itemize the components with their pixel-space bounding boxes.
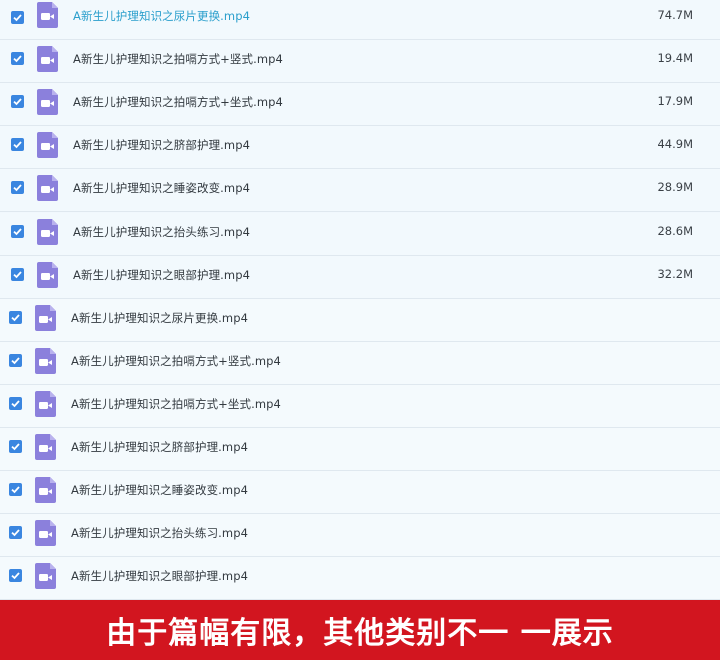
file-size: 17.9M: [657, 94, 693, 108]
notice-banner: 由于篇幅有限，其他类别不一 一展示: [0, 600, 720, 660]
file-name[interactable]: A新生儿护理知识之拍嗝方式+坐式.mp4: [71, 396, 281, 412]
video-file-icon: [37, 262, 58, 288]
file-row[interactable]: A新生儿护理知识之抬头练习.mp4: [0, 514, 720, 557]
video-file-icon: [35, 520, 56, 546]
file-checkbox[interactable]: [11, 138, 24, 151]
checkmark-icon: [13, 98, 22, 106]
file-checkbox[interactable]: [11, 11, 24, 24]
checkmark-icon: [13, 184, 22, 192]
file-name[interactable]: A新生儿护理知识之睡姿改变.mp4: [73, 180, 250, 196]
file-row[interactable]: A新生儿护理知识之眼部护理.mp4 32.2M: [0, 256, 720, 299]
file-checkbox[interactable]: [11, 95, 24, 108]
video-file-icon: [37, 46, 58, 72]
video-file-icon: [35, 391, 56, 417]
file-name[interactable]: A新生儿护理知识之抬头练习.mp4: [73, 224, 250, 240]
file-size: 44.9M: [657, 137, 693, 151]
video-file-icon: [37, 219, 58, 245]
video-file-icon: [37, 132, 58, 158]
file-row[interactable]: A新生儿护理知识之拍嗝方式+竖式.mp4 19.4M: [0, 40, 720, 83]
file-size: 32.2M: [657, 267, 693, 281]
file-row[interactable]: A新生儿护理知识之眼部护理.mp4: [0, 557, 720, 600]
file-row[interactable]: A新生儿护理知识之睡姿改变.mp4 28.9M: [0, 169, 720, 212]
file-name[interactable]: A新生儿护理知识之拍嗝方式+竖式.mp4: [71, 353, 281, 369]
file-checkbox[interactable]: [9, 483, 22, 496]
file-size: 28.9M: [657, 180, 693, 194]
file-name[interactable]: A新生儿护理知识之脐部护理.mp4: [71, 439, 248, 455]
video-file-icon: [37, 175, 58, 201]
video-file-icon: [35, 434, 56, 460]
video-file-icon: [35, 305, 56, 331]
file-row[interactable]: A新生儿护理知识之尿片更换.mp4: [0, 299, 720, 342]
file-name[interactable]: A新生儿护理知识之眼部护理.mp4: [71, 568, 248, 584]
checkmark-icon: [11, 572, 20, 580]
file-row[interactable]: A新生儿护理知识之拍嗝方式+坐式.mp4: [0, 385, 720, 428]
file-checkbox[interactable]: [11, 181, 24, 194]
checkmark-icon: [13, 141, 22, 149]
file-checkbox[interactable]: [9, 440, 22, 453]
file-row[interactable]: A新生儿护理知识之抬头练习.mp4 28.6M: [0, 213, 720, 256]
video-file-icon: [35, 477, 56, 503]
checkmark-icon: [13, 14, 22, 22]
file-row[interactable]: A新生儿护理知识之睡姿改变.mp4: [0, 471, 720, 514]
checkmark-icon: [11, 443, 20, 451]
file-checkbox[interactable]: [11, 225, 24, 238]
file-checkbox[interactable]: [9, 526, 22, 539]
file-name[interactable]: A新生儿护理知识之拍嗝方式+竖式.mp4: [73, 51, 283, 67]
file-name[interactable]: A新生儿护理知识之拍嗝方式+坐式.mp4: [73, 94, 283, 110]
video-file-icon: [35, 348, 56, 374]
file-row[interactable]: A新生儿护理知识之拍嗝方式+坐式.mp4 17.9M: [0, 83, 720, 126]
checkmark-icon: [11, 357, 20, 365]
checkmark-icon: [11, 486, 20, 494]
file-size: 74.7M: [657, 8, 693, 22]
file-name[interactable]: A新生儿护理知识之眼部护理.mp4: [73, 267, 250, 283]
file-row[interactable]: A新生儿护理知识之拍嗝方式+竖式.mp4: [0, 342, 720, 385]
file-name[interactable]: A新生儿护理知识之尿片更换.mp4: [71, 310, 248, 326]
file-row[interactable]: A新生儿护理知识之脐部护理.mp4: [0, 428, 720, 471]
checkmark-icon: [11, 400, 20, 408]
checkmark-icon: [13, 228, 22, 236]
file-checkbox[interactable]: [9, 311, 22, 324]
checkmark-icon: [13, 55, 22, 63]
file-size: 19.4M: [657, 51, 693, 65]
video-file-icon: [37, 89, 58, 115]
file-checkbox[interactable]: [9, 397, 22, 410]
file-name[interactable]: A新生儿护理知识之尿片更换.mp4: [73, 8, 250, 24]
file-checkbox[interactable]: [9, 354, 22, 367]
video-file-icon: [37, 2, 58, 28]
checkmark-icon: [13, 271, 22, 279]
file-row[interactable]: A新生儿护理知识之脐部护理.mp4 44.9M: [0, 126, 720, 169]
file-checkbox[interactable]: [11, 268, 24, 281]
banner-text: 由于篇幅有限，其他类别不一 一展示: [106, 616, 614, 651]
file-name[interactable]: A新生儿护理知识之抬头练习.mp4: [71, 525, 248, 541]
checkmark-icon: [11, 529, 20, 537]
checkmark-icon: [11, 314, 20, 322]
video-file-icon: [35, 563, 56, 589]
file-name[interactable]: A新生儿护理知识之睡姿改变.mp4: [71, 482, 248, 498]
file-size: 28.6M: [657, 224, 693, 238]
file-checkbox[interactable]: [11, 52, 24, 65]
file-checkbox[interactable]: [9, 569, 22, 582]
file-row[interactable]: A新生儿护理知识之尿片更换.mp4 74.7M: [0, 0, 720, 40]
file-name[interactable]: A新生儿护理知识之脐部护理.mp4: [73, 137, 250, 153]
